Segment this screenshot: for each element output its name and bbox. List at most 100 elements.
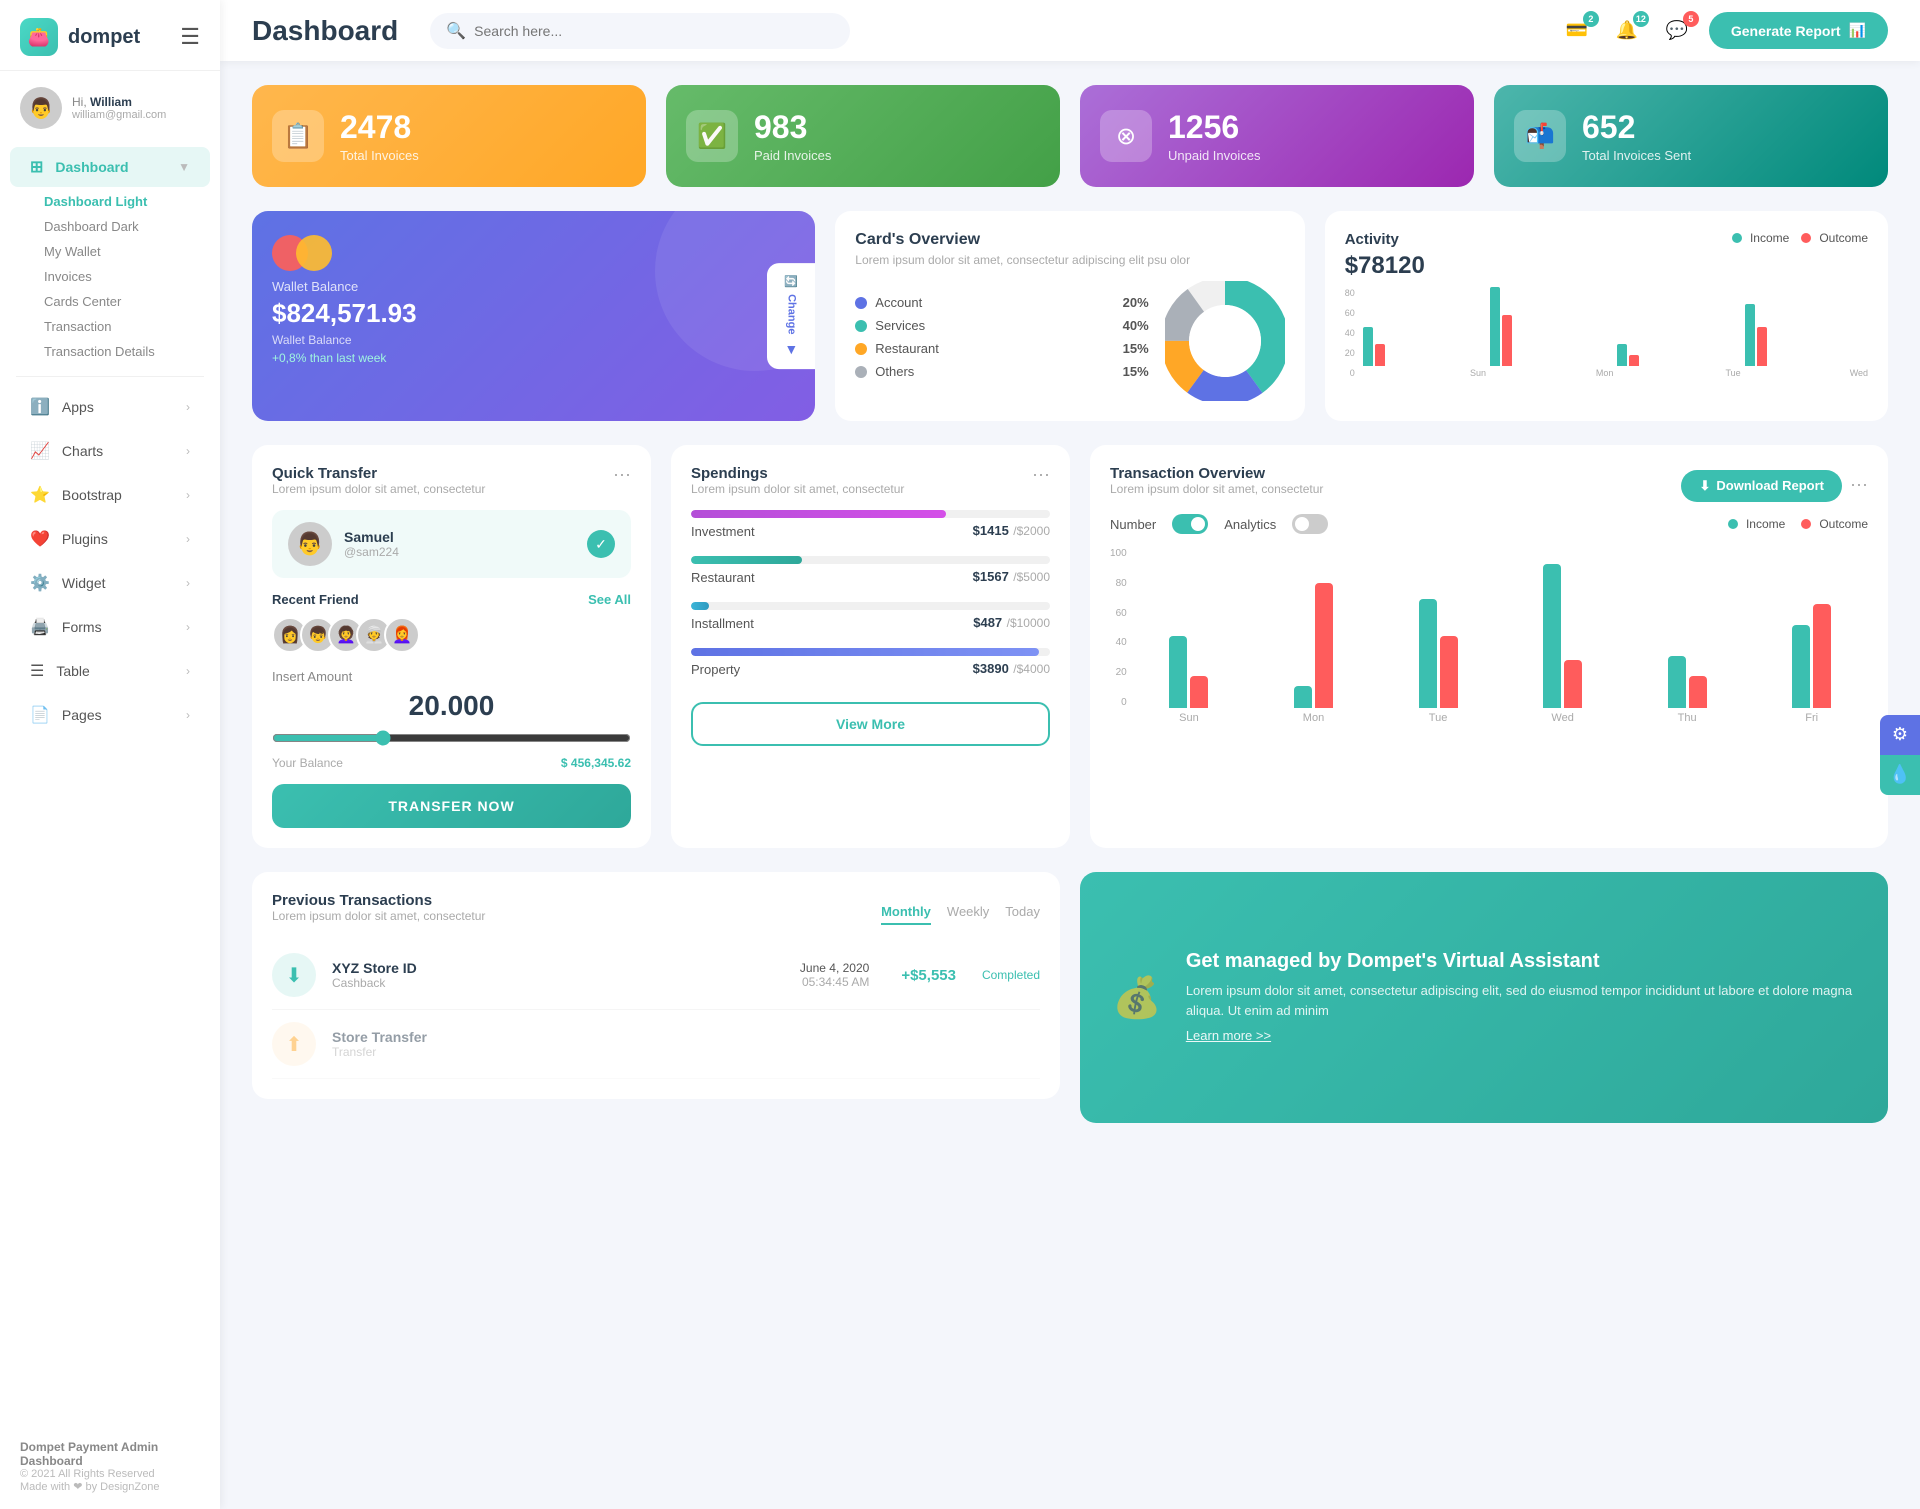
toggle-number[interactable] [1172, 514, 1208, 534]
subitem-transaction[interactable]: Transaction [44, 314, 220, 339]
subitem-invoices[interactable]: Invoices [44, 264, 220, 289]
bar-outcome-mon [1502, 315, 1512, 366]
dots-menu-icon[interactable]: ⋯ [613, 465, 631, 486]
to-dots-menu[interactable]: ⋯ [1850, 475, 1868, 496]
subitem-dashboard-light[interactable]: Dashboard Light [44, 189, 220, 214]
recent-friend-header: Recent Friend See All [272, 592, 631, 607]
subitem-transaction-details[interactable]: Transaction Details [44, 339, 220, 364]
pt-header: Previous Transactions Lorem ipsum dolor … [272, 892, 1040, 937]
generate-report-button[interactable]: Generate Report 📊 [1709, 12, 1888, 49]
hamburger-icon[interactable]: ☰ [180, 24, 200, 50]
sidebar-item-widget[interactable]: ⚙️ Widget › [10, 563, 210, 603]
sidebar-item-charts[interactable]: 📈 Charts › [10, 431, 210, 471]
installment-bar [691, 602, 1050, 610]
outcome-bar-sun [1190, 676, 1208, 708]
transfer-now-button[interactable]: TRANSFER NOW [272, 784, 631, 828]
transaction-icon: ⬇ [272, 953, 316, 997]
outcome-bar-wed [1564, 660, 1582, 708]
wallet-notification-btn[interactable]: 💳 2 [1559, 13, 1595, 49]
view-more-button[interactable]: View More [691, 702, 1050, 746]
total-invoices-icon: 📋 [272, 110, 324, 162]
subitem-cards-center[interactable]: Cards Center [44, 289, 220, 314]
tab-monthly[interactable]: Monthly [881, 904, 931, 925]
chevron-right-icon: › [186, 532, 190, 546]
unpaid-invoices-info: 1256 Unpaid Invoices [1168, 109, 1261, 163]
transaction-icon-2: ⬆ [272, 1022, 316, 1066]
amount-slider[interactable] [272, 730, 631, 746]
co-account-label: Account [855, 295, 922, 310]
restaurant-label: Restaurant [691, 570, 755, 585]
tab-today[interactable]: Today [1005, 904, 1040, 925]
recent-friend-label: Recent Friend [272, 592, 359, 607]
transaction-info-2: Store Transfer Transfer [332, 1029, 427, 1059]
quick-transfer-subtitle: Lorem ipsum dolor sit amet, consectetur [272, 482, 485, 496]
spendings-dots-menu[interactable]: ⋯ [1032, 465, 1050, 486]
subitem-dashboard-dark[interactable]: Dashboard Dark [44, 214, 220, 239]
bell-notification-btn[interactable]: 🔔 12 [1609, 13, 1645, 49]
income-label: Income [1750, 231, 1789, 245]
transaction-info: XYZ Store ID Cashback [332, 960, 417, 990]
investment-header: Investment $1415 /$2000 [691, 522, 1050, 540]
subitem-my-wallet[interactable]: My Wallet [44, 239, 220, 264]
footer-app-name: Dompet Payment Admin Dashboard [20, 1440, 200, 1468]
installment-header: Installment $487 /$10000 [691, 614, 1050, 632]
sidebar-item-bootstrap[interactable]: ⭐ Bootstrap › [10, 475, 210, 515]
sidebar-item-label: Dashboard [55, 159, 128, 175]
toggle-analytics[interactable] [1292, 514, 1328, 534]
wallet-subtitle: Wallet Balance [272, 333, 795, 347]
sidebar-item-apps[interactable]: ℹ️ Apps › [10, 387, 210, 427]
restaurant-amount: $1567 /$5000 [973, 568, 1050, 586]
sidebar-item-forms[interactable]: 🖨️ Forms › [10, 607, 210, 647]
chat-notification-btn[interactable]: 💬 5 [1659, 13, 1695, 49]
wallet-change-button[interactable]: 🔄 Change ▼ [767, 263, 815, 369]
transaction-amount: +$5,553 [901, 967, 956, 984]
outcome-label: Outcome [1819, 231, 1868, 245]
tab-weekly[interactable]: Weekly [947, 904, 989, 925]
table-icon: ☰ [30, 661, 44, 681]
investment-amount: $1415 /$2000 [973, 522, 1050, 540]
paid-invoices-info: 983 Paid Invoices [754, 109, 831, 163]
co-row-restaurant: Restaurant 15% [855, 341, 1148, 356]
water-float-button[interactable]: 💧 [1880, 755, 1920, 795]
stat-card-total-invoices: 📋 2478 Total Invoices [252, 85, 646, 187]
investment-fill [691, 510, 946, 518]
sidebar-item-dashboard[interactable]: ⊞ Dashboard ▼ [10, 147, 210, 187]
wallet-badge: 2 [1583, 11, 1599, 27]
greeting: Hi, William [72, 95, 166, 109]
toggle-number-label: Number [1110, 517, 1156, 532]
va-title: Get managed by Dompet's Virtual Assistan… [1186, 950, 1856, 973]
to-header: Transaction Overview Lorem ipsum dolor s… [1110, 465, 1868, 506]
search-input[interactable] [474, 23, 834, 39]
va-text: Get managed by Dompet's Virtual Assistan… [1186, 950, 1856, 1045]
outcome-legend: Outcome [1801, 231, 1868, 245]
settings-float-button[interactable]: ⚙ [1880, 715, 1920, 755]
content: 📋 2478 Total Invoices ✅ 983 Paid Invoice… [220, 61, 1920, 1509]
contact-info: Samuel @sam224 [344, 529, 399, 559]
widget-icon: ⚙️ [30, 573, 50, 593]
float-right-actions: ⚙ 💧 [1880, 715, 1920, 795]
outcome-bar-thu [1689, 676, 1707, 708]
sidebar-item-plugins[interactable]: ❤️ Plugins › [10, 519, 210, 559]
sidebar-item-label: Widget [62, 575, 106, 591]
unpaid-invoices-number: 1256 [1168, 109, 1261, 146]
co-services-label: Services [855, 318, 925, 333]
see-all-link[interactable]: See All [588, 592, 631, 607]
generate-report-label: Generate Report [1731, 23, 1841, 39]
contact-username: @sam224 [344, 545, 399, 559]
contact-card: 👨 Samuel @sam224 ✓ [272, 510, 631, 578]
friend-avatars: 👩 👦 👩‍🦱 👳 👩‍🦰 [272, 617, 631, 653]
property-bar [691, 648, 1050, 656]
chevron-right-icon: › [186, 576, 190, 590]
bootstrap-icon: ⭐ [30, 485, 50, 505]
sidebar-item-pages[interactable]: 📄 Pages › [10, 695, 210, 735]
balance-label: Your Balance [272, 756, 343, 770]
total-invoices-number: 2478 [340, 109, 419, 146]
co-restaurant-dot [855, 343, 867, 355]
co-account-dot [855, 297, 867, 309]
download-report-button[interactable]: ⬇ Download Report [1681, 470, 1842, 502]
va-learn-more-link[interactable]: Learn more >> [1186, 1028, 1271, 1043]
table-row: ⬇ XYZ Store ID Cashback June 4, 2020 05:… [272, 941, 1040, 1010]
sidebar-item-table[interactable]: ☰ Table › [10, 651, 210, 691]
avatar: 👨 [20, 87, 62, 129]
pt-tabs: Monthly Weekly Today [881, 904, 1040, 925]
